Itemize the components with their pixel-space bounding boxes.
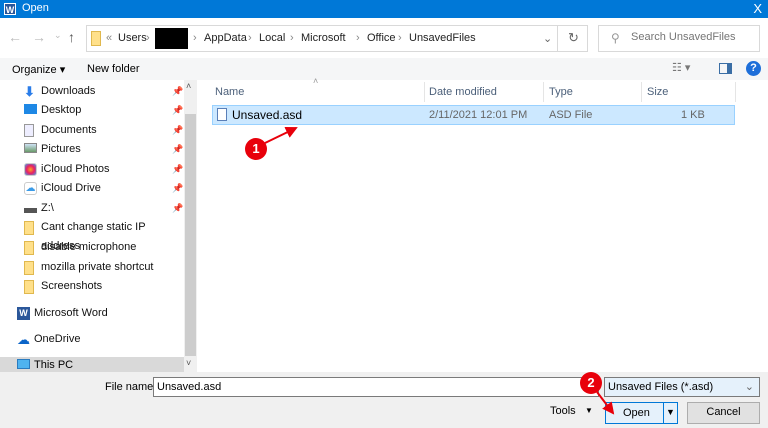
step-1-badge: 1 [245,138,267,160]
arrow-step-2 [596,391,615,415]
arrow-step-1 [264,126,298,144]
step-2-badge: 2 [580,372,602,394]
annotation-arrows [264,126,615,415]
